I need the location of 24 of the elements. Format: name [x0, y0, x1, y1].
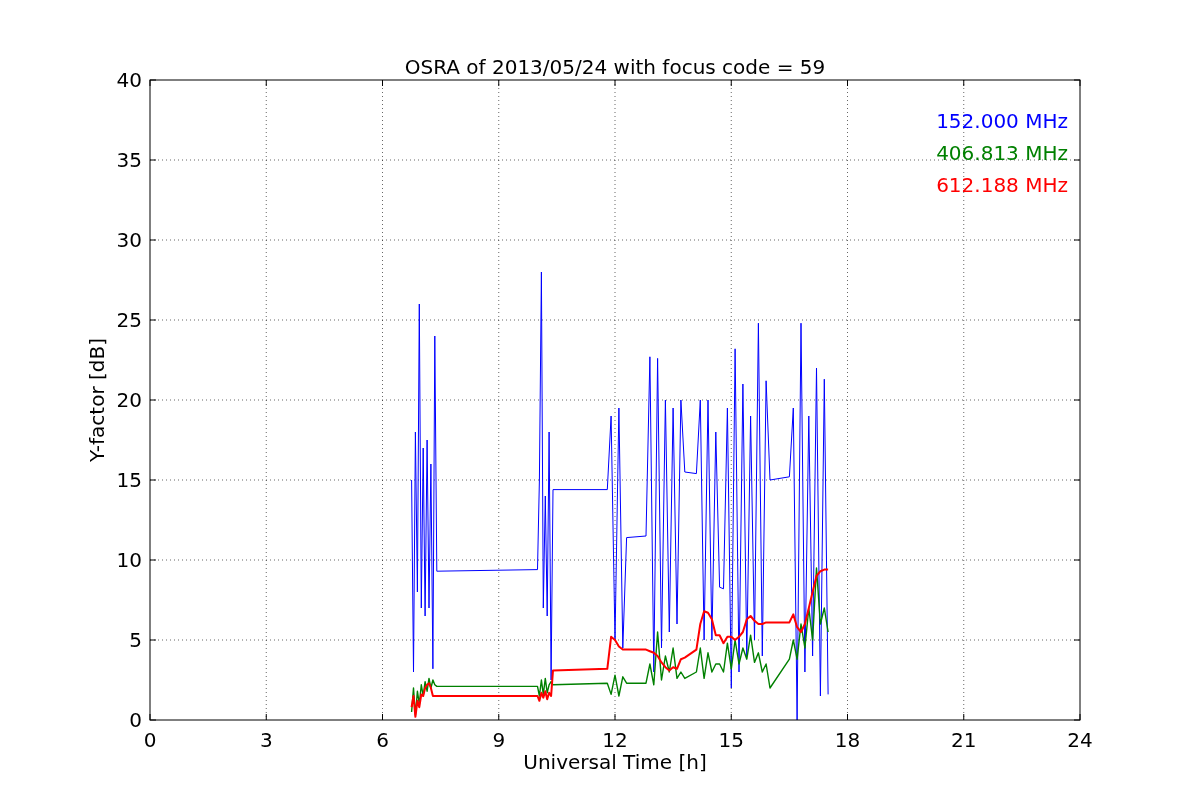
x-axis-label: Universal Time [h]: [523, 750, 707, 774]
tick-label: 5: [129, 628, 142, 652]
tick-label: 12: [602, 728, 628, 752]
tick-label: 20: [116, 388, 142, 412]
chart-title: OSRA of 2013/05/24 with focus code = 59: [404, 55, 826, 79]
tick-label: 9: [492, 728, 506, 752]
legend-label: 406.813 MHz: [936, 141, 1068, 165]
tick-label: 24: [1067, 728, 1093, 752]
tick-label: 6: [376, 728, 389, 752]
tick-label: 3: [259, 728, 273, 752]
tick-label: 30: [116, 228, 142, 252]
tick-label: 10: [116, 548, 142, 572]
legend-label: 612.188 MHz: [936, 173, 1068, 197]
tick-label: 21: [951, 728, 977, 752]
tick-label: 15: [116, 468, 142, 492]
tick-label: 0: [129, 708, 142, 732]
y-axis-label: Y-factor [dB]: [85, 338, 109, 462]
tick-label: 40: [116, 68, 142, 92]
tick-label: 18: [834, 728, 861, 752]
tick-label: 15: [718, 728, 744, 752]
tick-label: 25: [116, 308, 142, 332]
tick-label: 0: [143, 728, 157, 752]
tick-label: 35: [116, 148, 142, 172]
legend-label: 152.000 MHz: [936, 109, 1068, 133]
